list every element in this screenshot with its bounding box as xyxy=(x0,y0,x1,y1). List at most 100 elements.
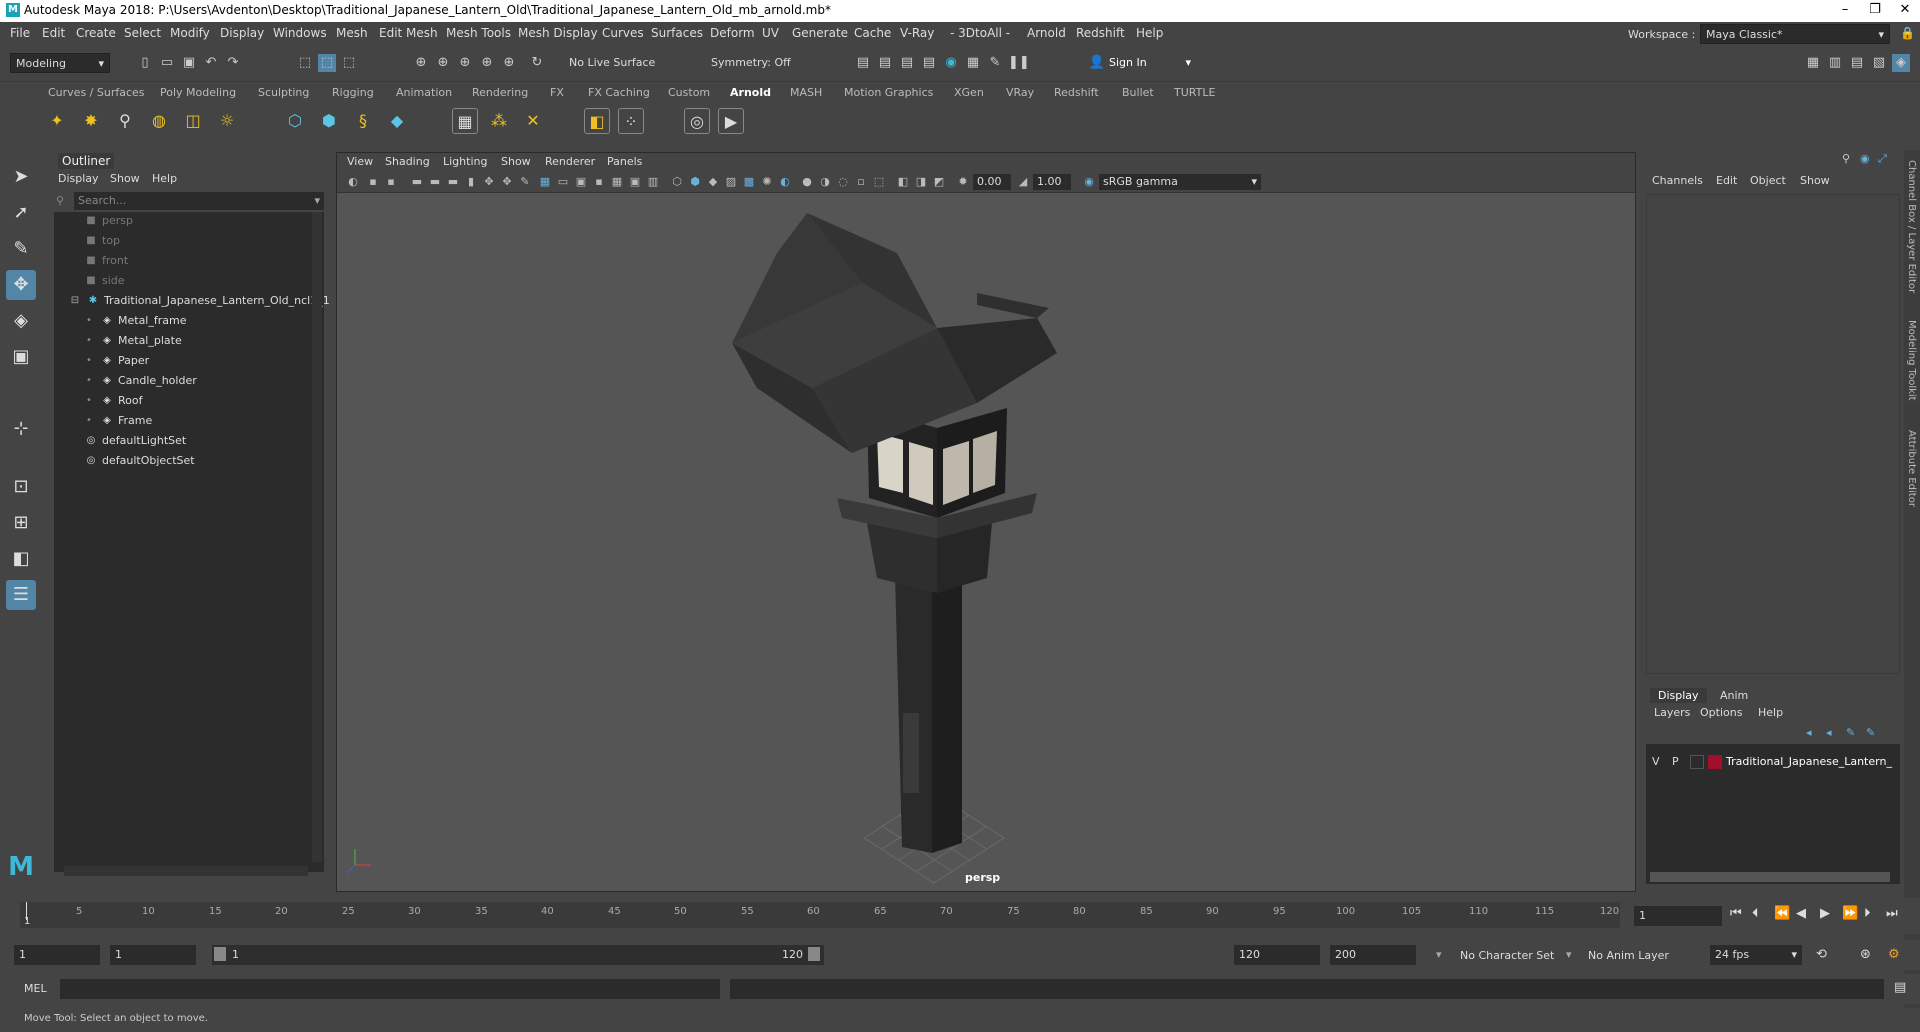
safe-action-icon[interactable]: ◩ xyxy=(931,174,947,190)
menu-curves[interactable]: Curves xyxy=(602,26,644,40)
shelf-tab-poly-modeling[interactable]: Poly Modeling xyxy=(160,86,236,99)
character-set-label[interactable]: No Character Set xyxy=(1460,949,1554,962)
animation-preferences-icon[interactable]: ⚙ xyxy=(1888,947,1900,962)
new-layer-icon[interactable]: ✎ xyxy=(1866,726,1875,739)
layer-row[interactable]: V P Traditional_Japanese_Lantern_ xyxy=(1646,752,1900,772)
anti-aliasing-icon[interactable]: ◐ xyxy=(777,174,793,190)
menu-windows[interactable]: Windows xyxy=(273,26,327,40)
close-button[interactable]: ✕ xyxy=(1890,2,1920,20)
menu-uv[interactable]: UV xyxy=(762,26,779,40)
area-light-icon[interactable]: ✦ xyxy=(44,108,70,134)
flush-texture-icon[interactable]: ✕ xyxy=(520,108,546,134)
minimize-button[interactable]: – xyxy=(1830,2,1860,20)
channel-menu-edit[interactable]: Edit xyxy=(1716,174,1737,187)
camera-attributes-icon[interactable]: ▪ xyxy=(383,174,399,190)
shelf-tab-mash[interactable]: MASH xyxy=(790,86,822,99)
list-item[interactable]: ■ persp xyxy=(84,214,133,234)
layer-name[interactable]: Traditional_Japanese_Lantern_ xyxy=(1726,755,1892,768)
light-portal-icon[interactable]: ◫ xyxy=(180,108,206,134)
render-history-icon[interactable]: ▤ xyxy=(854,54,872,72)
list-item[interactable]: ◎ defaultLightSet xyxy=(84,434,187,454)
xray-icon[interactable]: ▦ xyxy=(609,174,625,190)
xray-active-icon[interactable]: ◌ xyxy=(835,174,851,190)
snap-view-plane-icon[interactable]: ⊕ xyxy=(478,54,496,72)
list-item[interactable]: ■ side xyxy=(84,274,124,294)
resolution-gate-icon[interactable]: ✎ xyxy=(517,174,533,190)
command-input[interactable] xyxy=(60,979,720,999)
anim-layer-label[interactable]: No Anim Layer xyxy=(1588,949,1669,962)
xray-joints-icon[interactable]: ▣ xyxy=(627,174,643,190)
list-item[interactable]: • ◈ Paper xyxy=(82,354,149,374)
field-chart-icon[interactable]: ◨ xyxy=(913,174,929,190)
play-backwards-icon[interactable]: ◀ xyxy=(1796,906,1806,921)
viewport-menu-lighting[interactable]: Lighting xyxy=(443,155,487,168)
outliner-menu-show[interactable]: Show xyxy=(110,172,140,185)
step-forward-key-icon[interactable]: ⏩ xyxy=(1842,906,1858,921)
menu-display[interactable]: Display xyxy=(220,26,264,40)
display-settings-icon[interactable]: ⚲ xyxy=(1842,152,1850,165)
shelf-tab-xgen[interactable]: XGen xyxy=(954,86,984,99)
menu-edit[interactable]: Edit xyxy=(42,26,65,40)
list-item[interactable]: • ◈ Metal_frame xyxy=(82,314,186,334)
channel-menu-show[interactable]: Show xyxy=(1800,174,1830,187)
txmanager-icon[interactable]: ◧ xyxy=(584,108,610,134)
screen-space-ao-icon[interactable]: ▩ xyxy=(741,174,757,190)
color-management-icon[interactable]: ◉ xyxy=(1081,174,1097,190)
snap-point-icon[interactable]: ⊕ xyxy=(456,54,474,72)
save-scene-icon[interactable]: ▣ xyxy=(180,54,198,72)
curve-collector-icon[interactable]: § xyxy=(350,108,376,134)
fps-dropdown[interactable]: 24 fps ▾ xyxy=(1710,945,1802,965)
select-object-icon[interactable]: ⬚ xyxy=(318,54,336,72)
viewport-menu-show[interactable]: Show xyxy=(501,155,531,168)
layer-type-toggle[interactable] xyxy=(1690,755,1704,769)
workspace-dropdown[interactable]: Maya Classic* ▾ xyxy=(1700,24,1890,44)
menu-mesh[interactable]: Mesh xyxy=(336,26,368,40)
image-plane-icon[interactable]: ▬ xyxy=(427,174,443,190)
pause-ipr-icon[interactable]: ❚❚ xyxy=(1008,54,1030,72)
photometric-light-icon[interactable]: ⚲ xyxy=(112,108,138,134)
chevron-down-icon[interactable]: ▾ xyxy=(1566,948,1572,961)
textured-icon[interactable]: ⬢ xyxy=(687,174,703,190)
layer-menu-layers[interactable]: Layers xyxy=(1654,706,1690,719)
layer-color-swatch[interactable] xyxy=(1708,755,1722,769)
menu-surfaces[interactable]: Surfaces xyxy=(651,26,703,40)
render-frame-icon[interactable]: ▤ xyxy=(876,54,894,72)
list-item[interactable]: ⊟ ✱ Traditional_Japanese_Lantern_Old_ncl1_… xyxy=(68,294,330,314)
scale-tool-icon[interactable]: ▣ xyxy=(6,342,36,372)
channel-menu-channels[interactable]: Channels xyxy=(1652,174,1703,187)
step-forward-frame-icon[interactable]: ⏵ xyxy=(1864,906,1871,921)
four-view-layout-icon[interactable]: ⊞ xyxy=(6,508,36,538)
list-item[interactable]: ◎ defaultObjectSet xyxy=(84,454,195,474)
mode-dropdown[interactable]: Modeling ▾ xyxy=(10,53,110,73)
license-manager-icon[interactable]: ⁘ xyxy=(618,108,644,134)
volume-icon[interactable]: ◆ xyxy=(384,108,410,134)
tab-display[interactable]: Display xyxy=(1650,688,1707,703)
channel-menu-object[interactable]: Object xyxy=(1750,174,1786,187)
menu-arnold[interactable]: Arnold xyxy=(1027,26,1066,40)
menu-vray[interactable]: V-Ray xyxy=(900,26,934,40)
lock-camera-icon[interactable]: ▪ xyxy=(365,174,381,190)
layer-playback-toggle[interactable]: P xyxy=(1672,755,1679,768)
new-layer-selected-icon[interactable]: ✎ xyxy=(1846,726,1855,739)
render-settings-icon[interactable]: ▤ xyxy=(920,54,938,72)
step-back-frame-icon[interactable]: ⏴ xyxy=(1752,906,1759,921)
sign-in-button[interactable]: Sign In ▾ xyxy=(1104,53,1196,73)
list-item[interactable]: • ◈ Metal_plate xyxy=(82,334,182,354)
shelf-tab-redshift[interactable]: Redshift xyxy=(1054,86,1099,99)
play-render-icon[interactable]: ▶ xyxy=(718,108,744,134)
maximize-button[interactable]: ❐ xyxy=(1860,2,1890,20)
snap-curve-icon[interactable]: ⊕ xyxy=(434,54,452,72)
outliner-layout-icon[interactable]: ☰ xyxy=(6,580,36,610)
viewport-canvas[interactable] xyxy=(337,193,1635,891)
isolate-select-icon[interactable]: ◑ xyxy=(817,174,833,190)
chevron-down-icon[interactable]: ▾ xyxy=(1436,948,1442,961)
script-editor-icon[interactable]: ▤ xyxy=(1894,980,1906,995)
toggle-modeling-toolkit-icon[interactable]: ▦ xyxy=(1804,54,1822,72)
rotate-tool-icon[interactable]: ◈ xyxy=(6,306,36,336)
mesh-light-icon[interactable]: ✸ xyxy=(78,108,104,134)
menu-select[interactable]: Select xyxy=(124,26,161,40)
snap-grid-icon[interactable]: ⊕ xyxy=(412,54,430,72)
ipr-render-icon[interactable]: ▤ xyxy=(898,54,916,72)
select-component-icon[interactable]: ⬚ xyxy=(340,54,358,72)
side-tab-channel-box[interactable]: Channel Box / Layer Editor xyxy=(1906,160,1917,293)
